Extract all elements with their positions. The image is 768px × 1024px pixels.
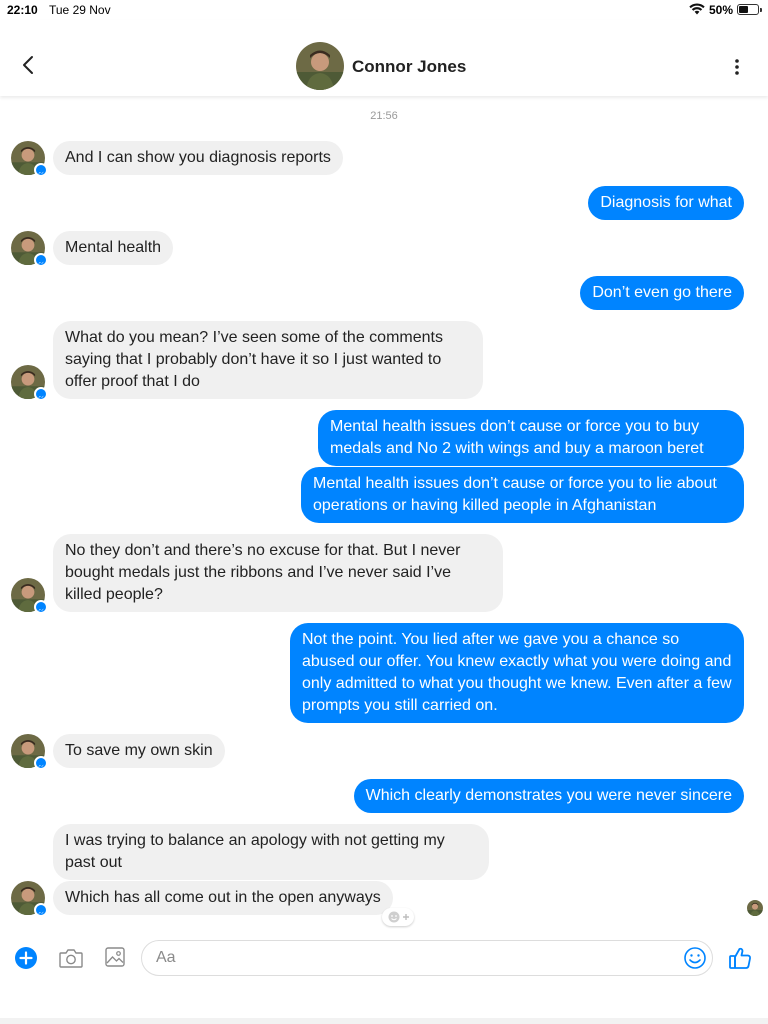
messenger-badge-icon <box>34 600 48 614</box>
message-incoming[interactable]: Mental health <box>53 231 174 265</box>
message-incoming[interactable]: I was trying to balance an apology with … <box>53 824 489 880</box>
plus-icon[interactable] <box>15 947 37 969</box>
message-input[interactable]: Aa <box>141 940 713 976</box>
battery-icon <box>737 4 762 15</box>
message-incoming[interactable]: Which has all come out in the open anywa… <box>53 881 393 915</box>
battery-percent: 50% <box>709 3 734 17</box>
message-composer: Aa <box>0 930 768 990</box>
message-incoming[interactable]: What do you mean? I’ve seen some of the … <box>53 321 483 399</box>
message-outgoing[interactable]: Not the point. You lied after we gave yo… <box>290 623 744 723</box>
messenger-badge-icon <box>34 387 48 401</box>
message-outgoing[interactable]: Diagnosis for what <box>588 186 744 220</box>
messenger-badge-icon <box>34 903 48 917</box>
emoji-icon[interactable] <box>683 946 707 970</box>
status-date: Tue 29 Nov <box>49 3 111 17</box>
home-indicator-bar <box>0 1018 768 1024</box>
wifi-icon <box>689 3 705 15</box>
message-input-placeholder: Aa <box>156 949 176 966</box>
conversation-timestamp: 21:56 <box>370 110 398 122</box>
message-outgoing[interactable]: Mental health issues don’t cause or forc… <box>318 410 744 466</box>
message-incoming[interactable]: No they don’t and there’s no excuse for … <box>53 534 503 612</box>
message-outgoing[interactable]: Which clearly demonstrates you were neve… <box>353 779 744 813</box>
status-bar: 22:10 Tue 29 Nov 50% <box>0 0 768 20</box>
messenger-badge-icon <box>34 756 48 770</box>
message-incoming[interactable]: To save my own skin <box>53 734 225 768</box>
contact-avatar[interactable] <box>296 42 344 90</box>
messenger-badge-icon <box>34 163 48 177</box>
message-outgoing[interactable]: Mental health issues don’t cause or forc… <box>301 467 744 523</box>
message-incoming[interactable]: And I can show you diagnosis reports <box>53 141 343 175</box>
more-vertical-icon[interactable] <box>727 57 747 77</box>
add-reaction-icon[interactable] <box>382 908 414 926</box>
thumbs-up-icon[interactable] <box>727 945 753 971</box>
back-icon[interactable] <box>18 54 40 76</box>
camera-icon[interactable] <box>58 947 84 969</box>
chat-header: Connor Jones <box>0 20 768 96</box>
status-time: 22:10 <box>7 3 38 17</box>
seen-receipt-avatar <box>747 900 763 916</box>
message-outgoing[interactable]: Don’t even go there <box>580 276 744 310</box>
contact-name[interactable]: Connor Jones <box>352 57 466 77</box>
messenger-badge-icon <box>34 253 48 267</box>
gallery-icon[interactable] <box>104 946 126 968</box>
